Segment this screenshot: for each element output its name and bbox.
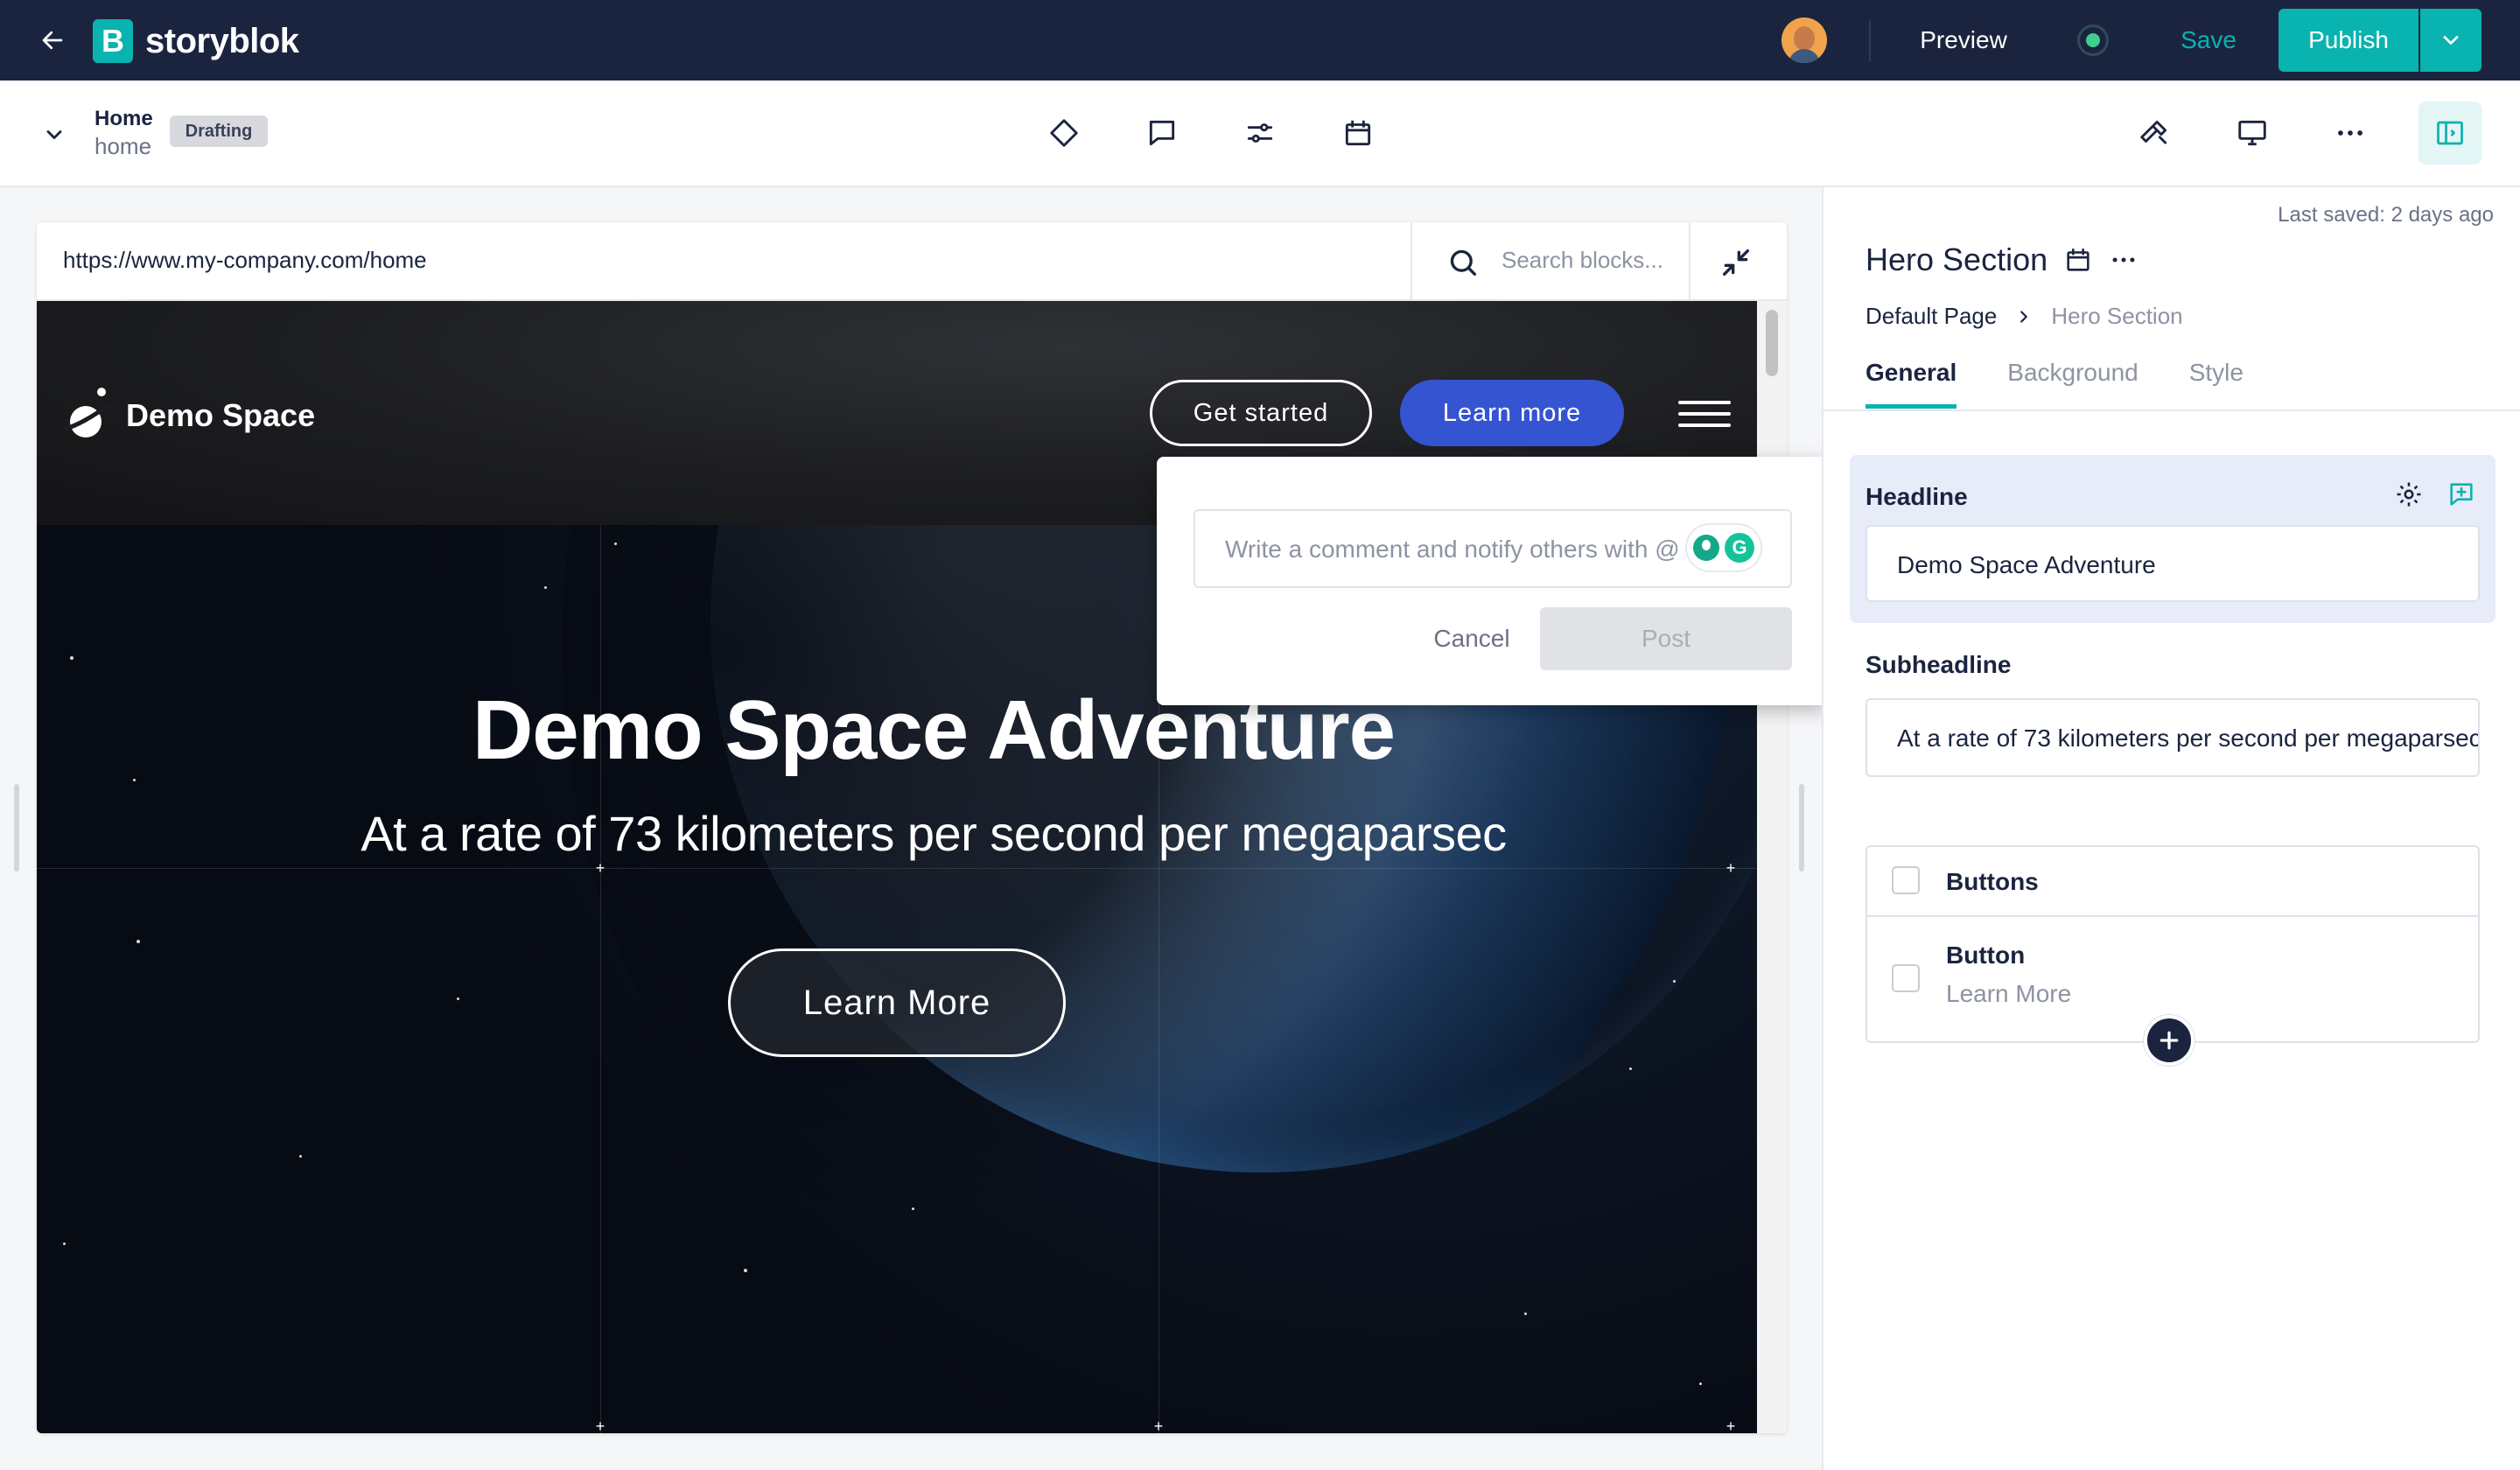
chevron-down-icon xyxy=(2443,36,2459,45)
add-block-button[interactable] xyxy=(2144,1015,2194,1066)
last-saved-text: Last saved: 2 days ago xyxy=(2278,203,2494,227)
search-icon[interactable] xyxy=(1446,245,1480,280)
headline-input[interactable]: Demo Space Adventure xyxy=(1866,525,2480,602)
more-options-button[interactable] xyxy=(2326,108,2375,158)
scrollbar-thumb[interactable] xyxy=(1766,310,1778,376)
subheadline-input[interactable]: At a rate of 73 kilometers per second pe… xyxy=(1866,698,2480,777)
diamond-icon xyxy=(1050,119,1078,147)
learn-more-nav-button[interactable]: Learn more xyxy=(1400,380,1624,446)
comment-input[interactable]: Write a comment and notify others with @… xyxy=(1194,509,1792,588)
storyblok-logo[interactable]: B storyblok xyxy=(93,19,299,63)
blocks-title: Buttons xyxy=(1946,868,2039,895)
tab-general[interactable]: General xyxy=(1866,359,1957,409)
toggle-sidebar-button[interactable] xyxy=(2418,102,2482,164)
top-bar: B storyblok Preview Save Publish xyxy=(0,0,2520,80)
minimize-icon[interactable] xyxy=(1718,245,1754,280)
search-blocks-input[interactable]: Search blocks... xyxy=(1502,247,1663,274)
blocks-header: Buttons xyxy=(1867,847,2478,917)
sidebar-layout-icon xyxy=(2437,121,2463,145)
block-checkbox[interactable] xyxy=(1892,964,1920,992)
monitor-icon xyxy=(2238,120,2266,146)
site-logo[interactable]: Demo Space xyxy=(63,385,315,446)
plus-icon xyxy=(2160,1031,2179,1050)
select-all-checkbox[interactable] xyxy=(1892,866,1920,894)
hammer-icon xyxy=(2140,120,2167,144)
grammarly-icon: G xyxy=(1725,533,1754,563)
chevron-right-icon xyxy=(2020,310,2028,323)
sliders-icon xyxy=(1247,123,1273,143)
block-name: Hero Section xyxy=(1866,242,2048,277)
block-item-name[interactable]: Button xyxy=(1946,942,2025,970)
publish-button[interactable]: Publish xyxy=(2278,9,2418,72)
headline-field: Headline Demo Space Adventure xyxy=(1850,455,2496,623)
panel-tabs: General Background Style xyxy=(1866,359,2244,409)
subheadline-label: Subheadline xyxy=(1866,651,2012,678)
storyblok-wordmark: storyblok xyxy=(145,21,299,60)
user-avatar[interactable] xyxy=(1782,18,1827,63)
visual-preview: https://www.my-company.com/home Search b… xyxy=(37,222,1787,1433)
site-logo-text: Demo Space xyxy=(126,397,316,433)
components-button[interactable] xyxy=(1040,108,1088,158)
divider xyxy=(1824,410,2520,411)
publish-status-icon[interactable] xyxy=(2077,24,2109,56)
settings-sliders-button[interactable] xyxy=(1236,108,1284,158)
save-button[interactable]: Save xyxy=(2165,21,2252,60)
hero-subheadline[interactable]: At a rate of 73 kilometers per second pe… xyxy=(37,805,1757,862)
status-badge: Drafting xyxy=(170,116,268,147)
tab-background[interactable]: Background xyxy=(2007,359,2138,409)
post-button[interactable]: Post xyxy=(1540,607,1792,670)
collapse-button[interactable] xyxy=(35,116,74,154)
story-slug: home xyxy=(94,133,152,159)
cancel-button[interactable]: Cancel xyxy=(1384,607,1559,670)
comment-placeholder: Write a comment and notify others with @ xyxy=(1225,536,1680,563)
block-item-value[interactable]: Learn More xyxy=(1946,980,2071,1008)
divider xyxy=(1869,19,1871,61)
breadcrumb: Default Page Hero Section xyxy=(1866,303,2183,330)
buttons-blocks-field: Buttons Button Learn More xyxy=(1866,845,2480,1043)
divider xyxy=(1410,222,1412,301)
publish-options-button[interactable] xyxy=(2420,9,2482,72)
device-preview-button[interactable] xyxy=(2228,108,2277,158)
preview-button[interactable]: Preview xyxy=(1890,21,2037,60)
dev-tools-button[interactable] xyxy=(2130,108,2179,158)
comments-button[interactable] xyxy=(1138,108,1186,158)
resize-handle-right[interactable] xyxy=(1799,784,1804,872)
gear-icon[interactable] xyxy=(2394,480,2424,509)
breadcrumb-root[interactable]: Default Page xyxy=(1866,303,1997,330)
preview-url[interactable]: https://www.my-company.com/home xyxy=(63,247,427,274)
back-button[interactable] xyxy=(35,23,70,58)
storyblok-logo-icon: B xyxy=(93,19,133,63)
tab-style[interactable]: Style xyxy=(2189,359,2244,409)
headline-label: Headline xyxy=(1866,483,1968,510)
lightbulb-icon xyxy=(1693,535,1719,561)
story-toolbar: Home home Drafting xyxy=(0,80,2520,187)
chevron-down-icon xyxy=(46,130,62,139)
story-title: Home xyxy=(94,107,153,130)
divider xyxy=(1689,222,1690,301)
calendar-icon[interactable] xyxy=(2063,245,2093,275)
grammarly-widget[interactable]: G xyxy=(1685,523,1762,572)
planet-logo-icon xyxy=(64,388,110,438)
menu-icon[interactable] xyxy=(1678,401,1731,427)
hero-learn-more-button[interactable]: Learn More xyxy=(728,948,1066,1057)
preview-url-bar: https://www.my-company.com/home Search b… xyxy=(37,222,1787,301)
breadcrumb-current: Hero Section xyxy=(2051,303,2183,329)
resize-handle-left[interactable] xyxy=(14,784,19,872)
arrow-left-icon xyxy=(42,31,63,50)
calendar-icon xyxy=(1345,120,1371,146)
add-comment-icon[interactable] xyxy=(2446,480,2476,509)
more-horizontal-icon xyxy=(2338,130,2362,136)
more-horizontal-icon[interactable] xyxy=(2109,245,2138,275)
comment-popover: Write a comment and notify others with @… xyxy=(1157,457,1827,705)
comment-icon xyxy=(1149,120,1175,146)
schedule-button[interactable] xyxy=(1334,108,1382,158)
get-started-button[interactable]: Get started xyxy=(1150,380,1372,446)
block-editor-panel: Last saved: 2 days ago Hero Section Defa… xyxy=(1822,187,2520,1470)
panel-title: Hero Section xyxy=(1866,242,2138,278)
